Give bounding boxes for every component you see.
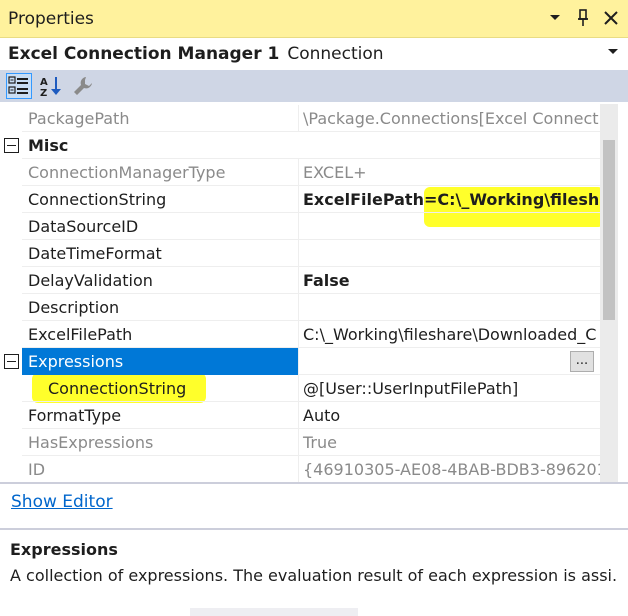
scrollbar-thumb[interactable] — [603, 140, 615, 320]
row-gutter — [0, 456, 22, 482]
row-gutter — [0, 132, 22, 159]
property-value[interactable]: \Package.Connections[Excel Connection Ma… — [298, 105, 600, 132]
categorized-icon[interactable] — [6, 73, 32, 99]
property-value[interactable]: ExcelFilePath=C:\_Working\fileshare — [298, 186, 600, 213]
row-gutter — [0, 267, 22, 294]
property-name: Description — [22, 294, 299, 321]
description-text: A collection of expressions. The evaluat… — [10, 566, 616, 585]
property-name: ExcelFilePath — [22, 321, 299, 348]
show-editor-link[interactable]: Show Editor — [11, 492, 113, 512]
property-name: HasExpressions — [22, 429, 299, 456]
pin-icon[interactable] — [574, 8, 592, 28]
svg-text:Z: Z — [40, 88, 47, 97]
window-controls — [546, 8, 620, 28]
object-selector[interactable]: Excel Connection Manager 1 Connection — [0, 38, 628, 70]
object-selector-dropdown-icon[interactable] — [608, 47, 618, 58]
property-name: FormatType — [22, 402, 299, 429]
commands-pane: Show Editor — [0, 484, 628, 528]
property-grid: PackagePath \Package.Connections[Excel Co… — [0, 104, 600, 482]
row-gutter — [0, 375, 22, 402]
row-gutter — [0, 429, 22, 456]
row-gutter — [0, 348, 22, 375]
description-title: Expressions — [10, 540, 118, 559]
collapse-icon[interactable] — [4, 354, 19, 369]
svg-text:A: A — [40, 77, 48, 88]
property-value[interactable]: True — [298, 429, 600, 456]
property-name: ID — [22, 456, 299, 482]
property-row[interactable]: DateTimeFormat — [0, 240, 600, 267]
property-value[interactable]: C:\_Working\fileshare\Downloaded_C — [298, 321, 600, 348]
properties-toolbar: A Z — [0, 70, 628, 102]
property-row[interactable]: Expressions... — [0, 348, 600, 375]
property-row[interactable]: FormatType Auto — [0, 402, 600, 429]
property-value[interactable]: Auto — [298, 402, 600, 429]
property-name: ConnectionString — [22, 375, 299, 402]
category-row[interactable]: Misc — [0, 132, 600, 159]
property-value[interactable]: {46910305-AE08-4BAB-BDB3-8962017 — [298, 456, 600, 482]
row-gutter — [0, 159, 22, 186]
object-type: Connection — [287, 44, 384, 64]
property-row[interactable]: Description — [0, 294, 600, 321]
window-dropdown-icon[interactable] — [546, 8, 564, 28]
row-gutter — [0, 186, 22, 213]
property-row[interactable]: DelayValidation False — [0, 267, 600, 294]
property-name: Expressions — [22, 348, 299, 375]
property-name: ConnectionString — [22, 186, 299, 213]
alphabetical-sort-icon[interactable]: A Z — [38, 73, 64, 99]
property-row[interactable]: ID {46910305-AE08-4BAB-BDB3-8962017 — [0, 456, 600, 482]
row-gutter — [0, 321, 22, 348]
property-row[interactable]: DataSourceID — [0, 213, 600, 240]
window-title: Properties — [8, 8, 94, 29]
property-name: ConnectionManagerType — [22, 159, 299, 186]
property-name: DelayValidation — [22, 267, 299, 294]
property-value[interactable]: False — [298, 267, 600, 294]
vertical-scrollbar[interactable] — [600, 104, 618, 482]
close-icon[interactable] — [602, 8, 620, 28]
title-bar: Properties — [0, 0, 628, 38]
property-name: DateTimeFormat — [22, 240, 299, 267]
property-row[interactable]: PackagePath \Package.Connections[Excel Co… — [0, 105, 600, 132]
property-row[interactable]: ExcelFilePath C:\_Working\fileshare\Downl… — [0, 321, 600, 348]
property-pages-wrench-icon[interactable] — [70, 73, 96, 99]
property-value[interactable] — [298, 348, 600, 375]
property-row[interactable]: ConnectionManagerType EXCEL+ — [0, 159, 600, 186]
property-name: Misc — [28, 136, 69, 155]
property-row[interactable]: ConnectionString ExcelFilePath=C:\_Workin… — [0, 186, 600, 213]
row-gutter — [0, 294, 22, 321]
row-gutter — [0, 213, 22, 240]
property-name: PackagePath — [22, 105, 299, 132]
property-name: DataSourceID — [22, 213, 299, 240]
resize-grip[interactable] — [190, 608, 358, 616]
property-value[interactable] — [298, 294, 600, 321]
row-gutter — [0, 240, 22, 267]
property-value[interactable] — [298, 213, 600, 240]
row-gutter — [0, 105, 22, 132]
property-value[interactable] — [298, 240, 600, 267]
row-gutter — [0, 402, 22, 429]
collapse-icon[interactable] — [4, 138, 19, 153]
property-row[interactable]: HasExpressions True — [0, 429, 600, 456]
property-value[interactable]: @[User::UserInputFilePath] — [298, 375, 600, 402]
ellipsis-button[interactable]: ... — [570, 351, 594, 372]
property-value[interactable]: EXCEL+ — [298, 159, 600, 186]
object-name: Excel Connection Manager 1 — [8, 44, 280, 64]
property-row[interactable]: ConnectionString @[User::UserInputFilePat… — [0, 375, 600, 402]
